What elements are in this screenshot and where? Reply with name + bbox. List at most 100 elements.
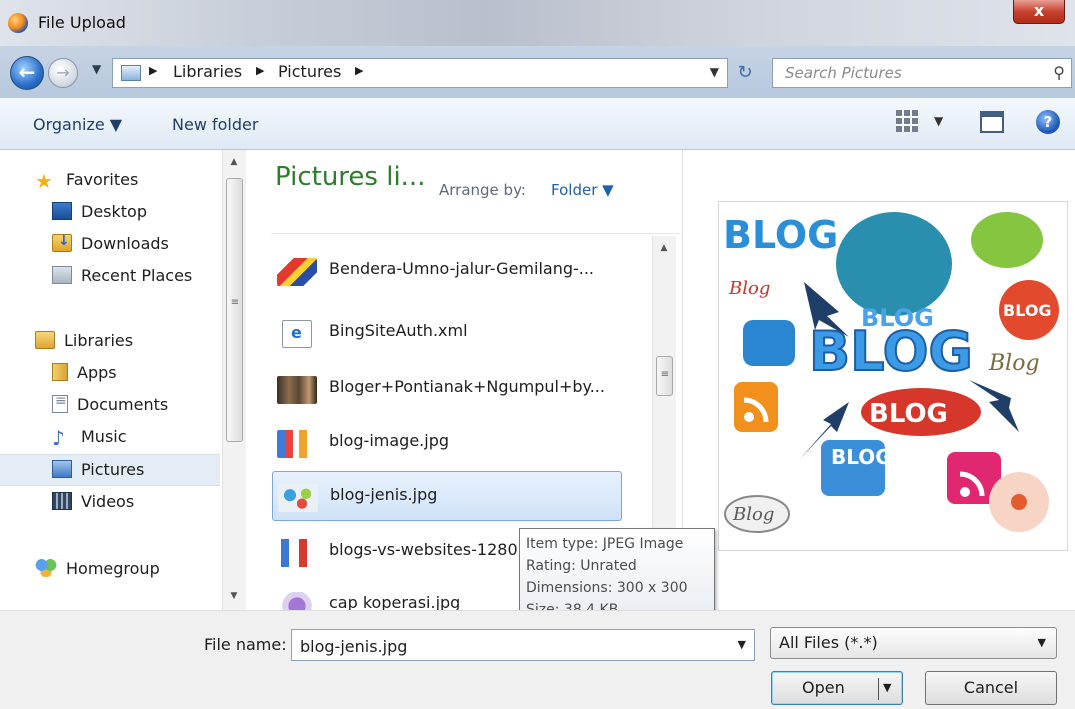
arrange-by-dropdown[interactable]: Folder ▼	[551, 181, 614, 199]
tooltip-item-type: Item type: JPEG Image	[526, 536, 684, 552]
image-thumbnail-icon	[278, 484, 318, 512]
search-input[interactable]	[785, 63, 1035, 83]
help-icon[interactable]: ?	[1036, 110, 1060, 134]
music-icon: ♪	[52, 426, 65, 450]
nav-videos[interactable]: Videos	[52, 492, 134, 511]
file-name-dropdown-icon[interactable]: ▼	[738, 638, 746, 651]
pictures-folder-icon	[121, 65, 141, 81]
nav-downloads[interactable]: Downloads	[52, 233, 169, 253]
libraries-icon	[35, 331, 55, 349]
blog-word: Blog	[732, 504, 774, 525]
file-item-bendera[interactable]: Bendera-Umno-jalur-Gemilang-...	[272, 246, 622, 296]
forward-button[interactable]: →	[48, 58, 78, 88]
file-name-input[interactable]	[300, 636, 720, 656]
blog-word: BLOG	[831, 445, 892, 469]
nav-favorites-label: Favorites	[66, 170, 139, 189]
homegroup-icon	[35, 557, 57, 577]
nav-apps[interactable]: Apps	[52, 363, 117, 382]
file-item-bingsiteauth[interactable]: BingSiteAuth.xml	[272, 308, 622, 358]
breadcrumb-pictures[interactable]: Pictures	[278, 62, 341, 81]
navigation-scrollbar[interactable]: ▲ ≡ ▼	[222, 150, 246, 610]
nav-apps-label: Apps	[77, 363, 117, 382]
nav-videos-label: Videos	[81, 492, 135, 511]
scroll-up-icon[interactable]: ▲	[223, 154, 245, 170]
nav-favorites[interactable]: ★ Favorites	[35, 170, 138, 192]
change-view-icon[interactable]	[896, 110, 918, 132]
blog-word: BLOG	[861, 304, 934, 332]
image-thumbnail-icon	[277, 376, 317, 404]
file-list-scroll-thumb[interactable]: ≡	[656, 356, 673, 396]
nav-documents[interactable]: Documents	[52, 393, 169, 414]
cancel-button[interactable]: Cancel	[925, 671, 1057, 705]
file-name: blog-image.jpg	[329, 431, 449, 450]
apps-library-icon	[52, 363, 68, 381]
file-name: blogs-vs-websites-1280	[329, 540, 518, 559]
documents-icon	[52, 393, 68, 413]
nav-homegroup[interactable]: Homegroup	[35, 557, 160, 578]
open-options-dropdown-icon[interactable]: ▼	[883, 672, 891, 704]
blog-word: BLOG	[869, 399, 948, 429]
file-item-bloger[interactable]: Bloger+Pontianak+Ngumpul+by...	[272, 364, 622, 414]
file-name: BingSiteAuth.xml	[329, 321, 468, 340]
open-button-label: Open	[802, 678, 845, 697]
address-bar[interactable]: ▶ Libraries ▶ Pictures ▶ ▼	[112, 58, 728, 88]
breadcrumb-libraries[interactable]: Libraries	[173, 62, 242, 81]
open-button[interactable]: Open ▼	[771, 671, 903, 705]
back-button[interactable]: ←	[10, 56, 44, 90]
preview-pane-toggle-icon[interactable]	[980, 111, 1004, 133]
blog-word: Blog	[728, 278, 770, 299]
file-name: Bloger+Pontianak+Ngumpul+by...	[329, 377, 605, 396]
firefox-icon	[8, 13, 28, 33]
desktop-icon	[52, 202, 72, 220]
pictures-icon	[52, 460, 72, 478]
scroll-up-icon[interactable]: ▲	[653, 240, 675, 256]
image-thumbnail-icon	[277, 430, 317, 458]
bottom-panel: File name: ▼ All Files (*.*) ▼ Open ▼ Ca…	[0, 610, 1075, 709]
videos-icon	[52, 492, 72, 510]
nav-pictures-label: Pictures	[81, 460, 145, 479]
file-item-blog-jenis[interactable]: blog-jenis.jpg	[272, 471, 622, 521]
file-item-blog-image[interactable]: blog-image.jpg	[272, 418, 622, 468]
title-bar: File Upload x	[0, 0, 1075, 46]
navigation-scroll-thumb[interactable]: ≡	[226, 178, 243, 442]
nav-music-label: Music	[81, 427, 127, 446]
nav-libraries[interactable]: Libraries	[35, 331, 133, 350]
split-divider	[878, 678, 879, 700]
file-type-select[interactable]: All Files (*.*) ▼	[770, 627, 1057, 659]
window-title: File Upload	[38, 13, 126, 32]
recent-places-icon	[52, 266, 72, 284]
search-box[interactable]: ⚲	[772, 58, 1072, 88]
breadcrumb-separator-icon[interactable]: ▶	[355, 64, 363, 77]
new-folder-button[interactable]: New folder	[172, 115, 258, 134]
downloads-icon	[52, 233, 72, 252]
star-icon: ★	[35, 169, 53, 193]
nav-pictures[interactable]: Pictures	[52, 460, 144, 479]
refresh-icon[interactable]: ↻	[730, 62, 760, 86]
file-type-value: All Files (*.*)	[779, 633, 878, 652]
file-upload-dialog: File Upload x ← → ▼ ▶ Libraries ▶ Pictur…	[0, 0, 1075, 709]
blog-word: Blog	[988, 351, 1040, 376]
nav-libraries-label: Libraries	[64, 331, 134, 350]
recent-pages-dropdown[interactable]: ▼	[92, 62, 101, 76]
nav-desktop-label: Desktop	[81, 202, 147, 221]
file-type-dropdown-icon[interactable]: ▼	[1038, 636, 1046, 649]
file-name: blog-jenis.jpg	[330, 485, 438, 504]
blog-word: BLOG	[1003, 301, 1052, 320]
organize-button[interactable]: Organize ▼	[33, 115, 122, 134]
nav-desktop[interactable]: Desktop	[52, 202, 147, 221]
image-thumbnail-icon	[277, 592, 317, 610]
nav-music[interactable]: ♪ Music	[52, 426, 127, 450]
file-name-combobox[interactable]: ▼	[291, 629, 755, 661]
nav-recent-places[interactable]: Recent Places	[52, 266, 192, 285]
scroll-down-icon[interactable]: ▼	[223, 588, 245, 604]
view-options-dropdown-icon[interactable]: ▼	[934, 114, 943, 128]
tooltip-rating: Rating: Unrated	[526, 558, 637, 574]
tooltip-dimensions: Dimensions: 300 x 300	[526, 580, 688, 596]
breadcrumb-separator-icon[interactable]: ▶	[256, 64, 264, 77]
address-history-dropdown-icon[interactable]: ▼	[710, 65, 719, 79]
grip-icon: ≡	[230, 297, 240, 308]
breadcrumb-separator-icon[interactable]: ▶	[149, 64, 157, 77]
search-icon[interactable]: ⚲	[1053, 63, 1065, 82]
close-button[interactable]: x	[1013, 0, 1065, 24]
nav-documents-label: Documents	[77, 395, 169, 414]
